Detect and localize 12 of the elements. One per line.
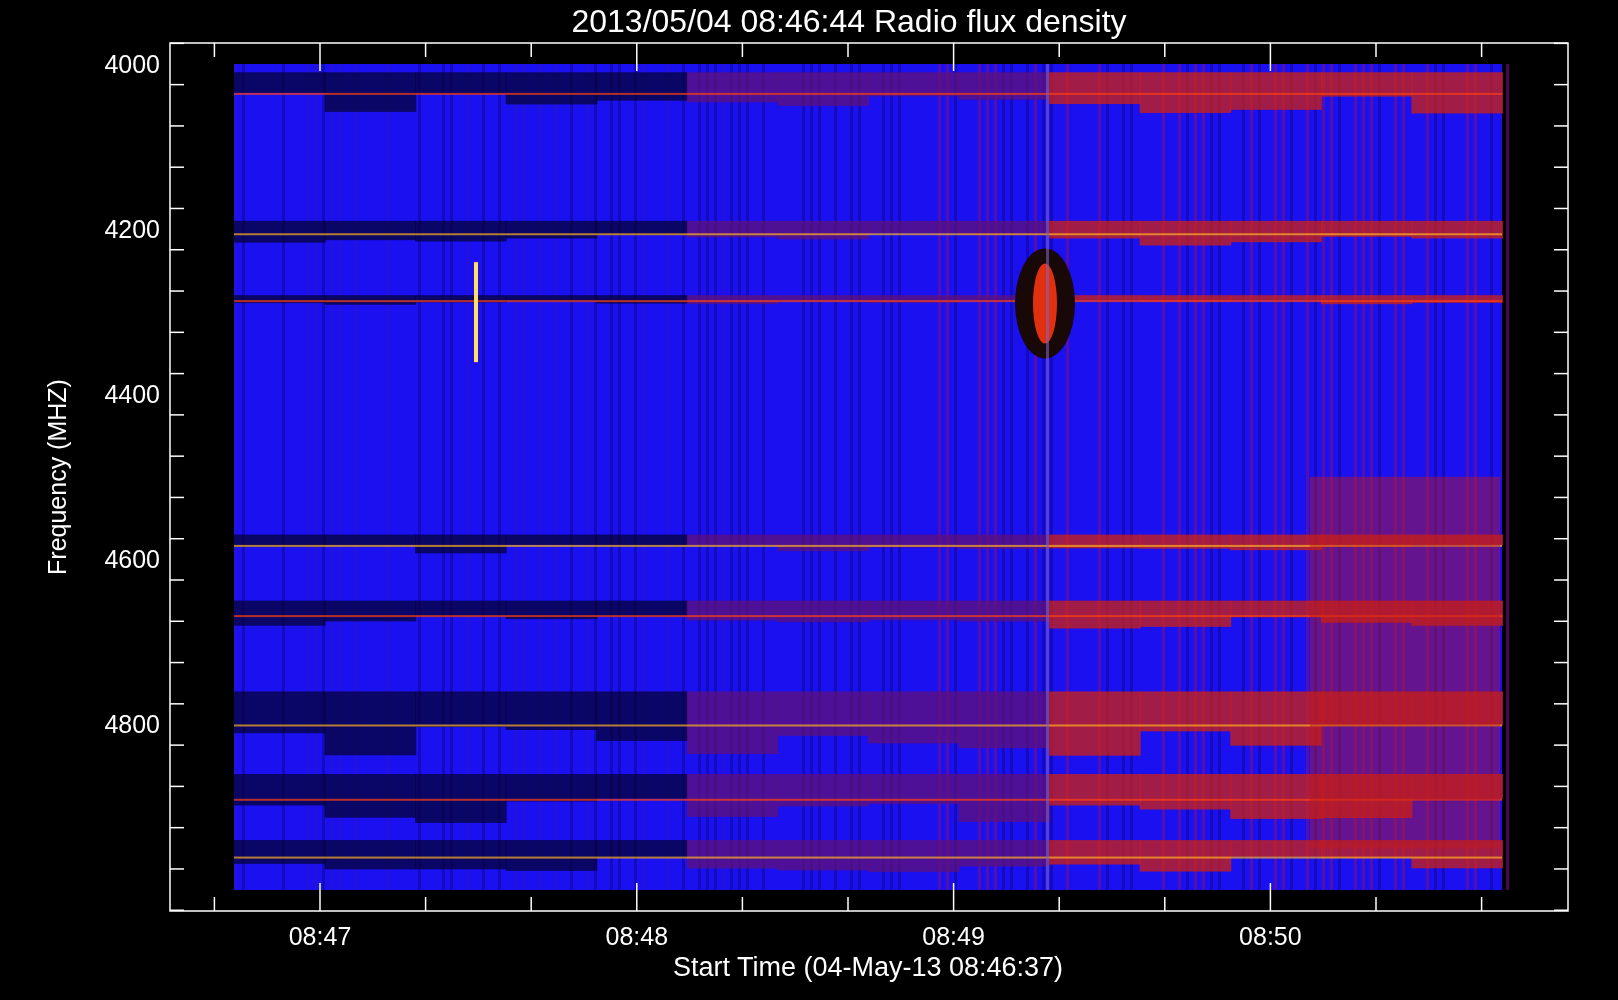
y-tick-label: 4800 [104,710,160,739]
x-tick-label: 08:49 [922,922,985,950]
y-axis-label: Frequency (MHZ) [43,379,71,575]
y-tick-label: 4200 [104,215,160,244]
x-tick-label: 08:47 [288,922,352,950]
y-tick-label: 4600 [104,545,160,574]
x-axis-label: Start Time (04-May-13 08:46:37) [672,952,1064,982]
x-tick-label: 08:48 [605,922,669,950]
x-tick-label: 08:50 [1239,922,1302,950]
chart-title: 2013/05/04 08:46:44 Radio flux density [571,3,1127,39]
y-tick-label: 4000 [104,50,160,78]
y-tick-label: 4400 [104,380,160,409]
